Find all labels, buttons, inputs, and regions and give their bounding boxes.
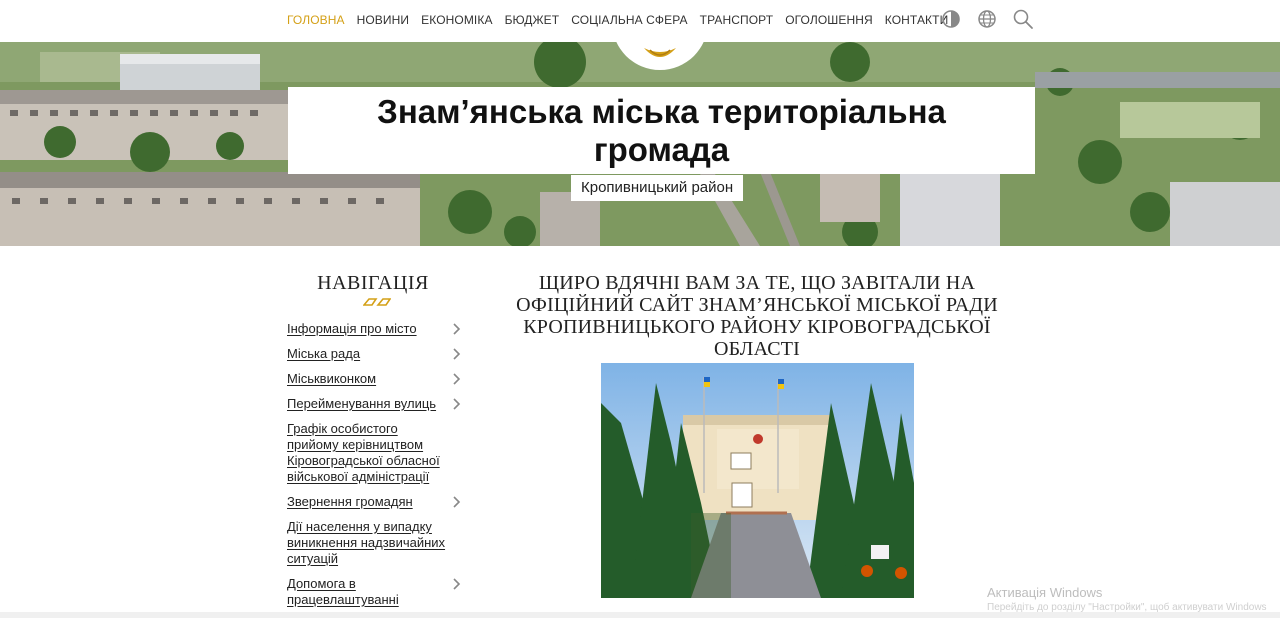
sidebar-item-label: Дії населення у випадку виникнення надзв… (287, 519, 446, 566)
main-nav: ГОЛОВНА НОВИНИ ЕКОНОМІКА БЮДЖЕТ СОЦІАЛЬН… (287, 0, 960, 40)
chevron-right-icon (453, 373, 461, 385)
nav-item-budget[interactable]: БЮДЖЕТ (505, 13, 560, 27)
sidebar-heading: НАВІГАЦІЯ (317, 272, 429, 294)
sidebar-item-executive-committee[interactable]: Міськвиконком (287, 371, 462, 387)
main-content: ЩИРО ВДЯЧНІ ВАМ ЗА ТЕ, ЩО ЗАВІТАЛИ НА ОФ… (480, 272, 1034, 598)
contrast-icon[interactable] (940, 8, 962, 30)
sidebar-item-label: Графік особистого прийому керівництвом К… (287, 421, 440, 484)
nav-item-news[interactable]: НОВИНИ (357, 13, 410, 27)
horizontal-scrollbar[interactable] (0, 612, 1280, 618)
welcome-heading: ЩИРО ВДЯЧНІ ВАМ ЗА ТЕ, ЩО ЗАВІТАЛИ НА ОФ… (516, 272, 998, 360)
sidebar-item-city-info[interactable]: Інформація про місто (287, 321, 462, 337)
sidebar-item-emergency-actions[interactable]: Дії населення у випадку виникнення надзв… (287, 519, 462, 567)
sidebar-item-citizen-appeals[interactable]: Звернення громадян (287, 494, 462, 510)
chevron-right-icon (453, 323, 461, 335)
chevron-right-icon (453, 348, 461, 360)
nav-item-transport[interactable]: ТРАНСПОРТ (700, 13, 774, 27)
sidebar-item-reception-schedule[interactable]: Графік особистого прийому керівництвом К… (287, 421, 462, 485)
windows-activation-title: Активація Windows (987, 585, 1103, 600)
chevron-right-icon (453, 578, 461, 590)
sidebar-item-label: Міськвиконком (287, 371, 377, 386)
sidebar-item-label: Звернення громадян (287, 494, 413, 509)
sidebar-navigation: НАВІГАЦІЯ Інформація про місто Міська ра… (287, 272, 467, 617)
sidebar-item-label: Міська рада (287, 346, 361, 361)
chevron-right-icon (453, 398, 461, 410)
chevron-right-icon (453, 496, 461, 508)
ornament-icon (363, 298, 391, 306)
globe-icon[interactable] (976, 8, 998, 30)
nav-item-contacts[interactable]: КОНТАКТИ (885, 13, 949, 27)
sidebar-item-city-council[interactable]: Міська рада (287, 346, 462, 362)
site-title: Знам’янська міська територіальна громада (377, 92, 946, 168)
nav-item-social[interactable]: СОЦІАЛЬНА СФЕРА (571, 13, 687, 27)
search-icon[interactable] (1012, 8, 1034, 30)
sidebar-item-label: Інформація про місто (287, 321, 417, 336)
sidebar-item-label: Допомога в працевлаштуванні (287, 576, 399, 607)
sidebar-item-label: Перейменування вулиць (287, 396, 437, 411)
city-council-building-photo (601, 363, 914, 598)
nav-item-economy[interactable]: ЕКОНОМІКА (421, 13, 492, 27)
sidebar-menu: Інформація про місто Міська рада Міськви… (287, 321, 467, 608)
sidebar-item-employment-help[interactable]: Допомога в працевлаштуванні (287, 576, 462, 608)
nav-item-home[interactable]: ГОЛОВНА (287, 13, 345, 27)
top-bar: ГОЛОВНА НОВИНИ ЕКОНОМІКА БЮДЖЕТ СОЦІАЛЬН… (0, 0, 1280, 42)
toolbar-icons (940, 8, 1034, 30)
sidebar-item-street-renaming[interactable]: Перейменування вулиць (287, 396, 462, 412)
site-title-box: Знам’янська міська територіальна громада (288, 87, 1035, 174)
hero-banner: Знам’янська міська територіальна громада… (0, 42, 1280, 246)
district-label: Кропивницький район (571, 175, 744, 201)
nav-item-announcements[interactable]: ОГОЛОШЕННЯ (785, 13, 873, 27)
